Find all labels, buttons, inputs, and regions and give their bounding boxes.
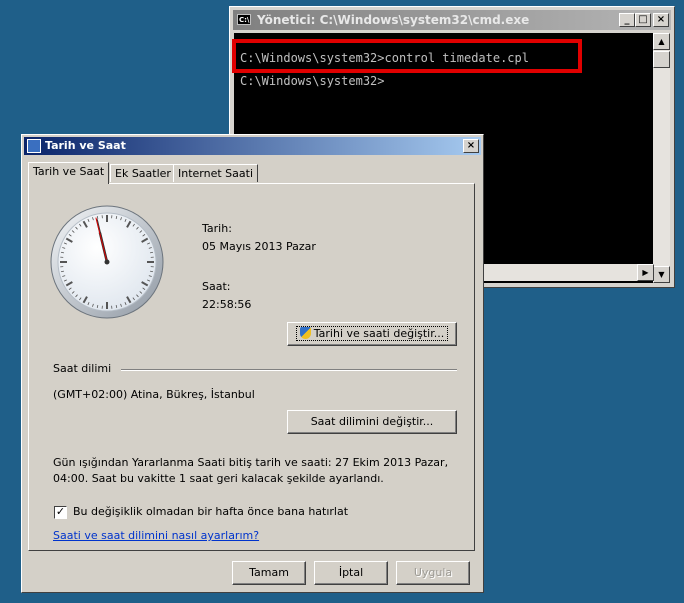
tab-panel: Tarih: 05 Mayıs 2013 Pazar Saat: 22:58:5… — [28, 183, 475, 551]
ok-button[interactable]: Tamam — [232, 561, 306, 585]
dialog-title: Tarih ve Saat — [45, 139, 126, 152]
timezone-divider — [121, 369, 457, 371]
dst-info-line-2: 04:00. Saat bu vakitte 1 saat geri kalac… — [53, 472, 384, 485]
console-prompt-line: C:\Windows\system32> — [240, 74, 385, 88]
console-icon: C:\ — [237, 14, 251, 25]
vertical-scrollbar[interactable]: ▲ ▼ — [653, 33, 670, 283]
minimize-button[interactable]: _ — [619, 13, 635, 27]
date-label: Tarih: — [202, 222, 232, 235]
timezone-value: (GMT+02:00) Atina, Bükreş, İstanbul — [53, 388, 255, 401]
time-value: 22:58:56 — [202, 298, 252, 311]
date-value: 05 Mayıs 2013 Pazar — [202, 240, 316, 253]
tab-date-time[interactable]: Tarih ve Saat — [28, 162, 110, 184]
cmd-title: Yönetici: C:\Windows\system32\cmd.exe — [257, 13, 530, 27]
maximize-button[interactable]: □ — [635, 13, 651, 27]
date-time-dialog[interactable]: Tarih ve Saat × Tarih ve Saat Ek Saatler… — [21, 134, 484, 593]
change-timezone-button[interactable]: Saat dilimini değiştir... — [287, 410, 457, 434]
scroll-down-icon[interactable]: ▼ — [653, 266, 670, 283]
change-date-time-label: Tarihi ve saati değiştir... — [313, 327, 445, 340]
tab-additional-clocks[interactable]: Ek Saatler — [110, 164, 176, 182]
time-label: Saat: — [202, 280, 231, 293]
console-command-line: C:\Windows\system32>control timedate.cpl — [240, 51, 529, 65]
close-button[interactable]: × — [653, 13, 669, 27]
analog-clock-icon — [50, 205, 164, 319]
uac-shield-icon — [299, 327, 311, 339]
cmd-titlebar[interactable]: C:\ Yönetici: C:\Windows\system32\cmd.ex… — [233, 10, 671, 30]
change-date-time-button[interactable]: Tarihi ve saati değiştir... — [287, 322, 457, 346]
date-time-icon — [27, 139, 41, 153]
dst-info-line-1: Gün ışığından Yararlanma Saati bitiş tar… — [53, 456, 449, 469]
horizontal-scrollbar[interactable]: ▶ — [484, 264, 654, 281]
scroll-thumb[interactable] — [653, 51, 670, 68]
notify-checkbox-label[interactable]: Bu değişiklik olmadan bir hafta önce ban… — [73, 505, 348, 518]
help-link[interactable]: Saati ve saat dilimini nasıl ayarlarım? — [53, 529, 259, 542]
scroll-up-icon[interactable]: ▲ — [653, 33, 670, 50]
timezone-group-label: Saat dilimi — [53, 362, 112, 375]
apply-button[interactable]: Uygula — [396, 561, 470, 585]
scroll-right-icon[interactable]: ▶ — [637, 264, 654, 281]
dialog-titlebar[interactable]: Tarih ve Saat × — [24, 137, 481, 155]
cancel-button[interactable]: İptal — [314, 561, 388, 585]
notify-checkbox[interactable]: ✓ — [54, 506, 67, 519]
tab-internet-time[interactable]: Internet Saati — [173, 164, 259, 182]
dialog-close-button[interactable]: × — [463, 139, 479, 153]
